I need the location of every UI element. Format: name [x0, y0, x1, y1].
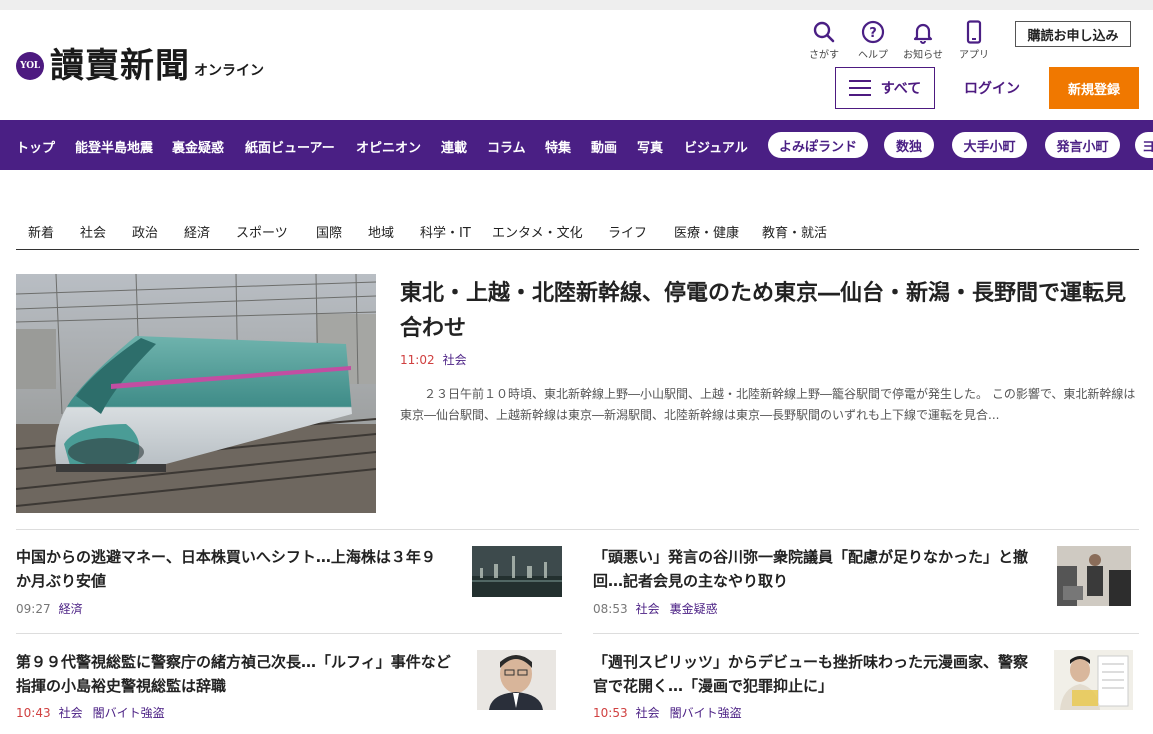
story-tag[interactable]: 経済 — [59, 602, 83, 616]
svg-text:?: ? — [869, 26, 877, 41]
category-science-it[interactable]: 科学・IT — [420, 222, 471, 241]
category-health[interactable]: 医療・健康 — [674, 222, 739, 241]
register-button[interactable]: 新規登録 — [1049, 67, 1139, 109]
list-item[interactable]: 「週刊スピリッツ」からデビューも挫折味わった元漫画家、警察官で花開く…「漫画で犯… — [593, 650, 1139, 720]
category-sports[interactable]: スポーツ — [236, 222, 288, 241]
bell-icon — [900, 20, 946, 44]
story-time: 09:27 — [16, 602, 51, 616]
help-label: ヘルプ — [858, 50, 888, 61]
story-title[interactable]: 中国からの逃避マネー、日本株買いへシフト…上海株は３年９か月ぶり安値 — [16, 545, 448, 593]
main-nav: トップ 能登半島地震 裏金疑惑 紙面ビューアー オピニオン 連載 コラム 特集 … — [0, 120, 1153, 170]
story-meta: 08:53 社会 裏金疑惑 — [593, 600, 728, 617]
story-title[interactable]: 第９９代警視総監に警察庁の緒方禎己次長…「ルフィ」事件など指揮の小島裕史警視総監… — [16, 650, 456, 698]
list-item[interactable]: 中国からの逃避マネー、日本株買いへシフト…上海株は３年９か月ぶり安値 09:27… — [16, 545, 562, 617]
notifications-label: お知らせ — [903, 50, 943, 61]
category-entertainment[interactable]: エンタメ・文化 — [492, 222, 583, 241]
top-story-meta: 11:02 社会 — [400, 351, 477, 368]
category-new[interactable]: 新着 — [28, 222, 54, 241]
nav-item-visual[interactable]: ビジュアル — [684, 137, 748, 156]
story-time: 10:53 — [593, 706, 628, 720]
category-regional[interactable]: 地域 — [368, 222, 394, 241]
search-label: さがす — [809, 50, 839, 61]
app-button[interactable]: アプリ — [951, 20, 997, 61]
story-time: 10:43 — [16, 706, 51, 720]
smartphone-icon — [951, 20, 997, 44]
list-item[interactable]: 第９９代警視総監に警察庁の緒方禎己次長…「ルフィ」事件など指揮の小島裕史警視総監… — [16, 650, 562, 720]
nav-item-opinion[interactable]: オピニオン — [356, 137, 421, 156]
nav-pill-yomipo-land[interactable]: よみぽランド — [768, 132, 868, 158]
category-nav: 新着 社会 政治 経済 スポーツ 国際 地域 科学・IT エンタメ・文化 ライフ… — [16, 214, 1139, 250]
help-button[interactable]: ? ヘルプ — [850, 20, 896, 61]
category-life[interactable]: ライフ — [608, 222, 647, 241]
nav-item-top[interactable]: トップ — [16, 137, 55, 156]
story-tag[interactable]: 闇バイト強盗 — [670, 706, 742, 720]
story-meta: 09:27 経済 — [16, 600, 93, 617]
top-story-image[interactable] — [16, 274, 376, 513]
nav-pill-overflow[interactable]: ヨ — [1135, 132, 1153, 158]
top-story-tag[interactable]: 社会 — [443, 353, 467, 367]
nav-pill-otemachi[interactable]: 大手小町 — [952, 132, 1027, 158]
nav-item-slush-fund[interactable]: 裏金疑惑 — [172, 137, 224, 156]
story-thumbnail[interactable] — [477, 650, 556, 710]
story-meta: 10:53 社会 闇バイト強盗 — [593, 704, 752, 721]
nav-item-video[interactable]: 動画 — [591, 137, 617, 156]
search-button[interactable]: さがす — [801, 20, 847, 61]
top-strip — [0, 0, 1153, 10]
nav-item-features[interactable]: 特集 — [545, 137, 571, 156]
nav-pill-hatsugen-komachi[interactable]: 発言小町 — [1045, 132, 1120, 158]
list-item[interactable]: 「頭悪い」発言の谷川弥一衆院議員「配慮が足りなかった」と撤回…記者会見の主なやり… — [593, 545, 1139, 617]
section-divider — [16, 529, 1139, 530]
story-title[interactable]: 「週刊スピリッツ」からデビューも挫折味わった元漫画家、警察官で花開く…「漫画で犯… — [593, 650, 1033, 698]
category-education[interactable]: 教育・就活 — [762, 222, 827, 241]
story-divider — [16, 633, 562, 634]
story-tag[interactable]: 裏金疑惑 — [670, 602, 718, 616]
site-logo[interactable]: YOL 讀賣新聞 オンライン — [16, 48, 264, 84]
story-thumbnail[interactable] — [472, 546, 562, 597]
top-story-time: 11:02 — [400, 353, 435, 367]
story-tag[interactable]: 闇バイト強盗 — [93, 706, 165, 720]
category-politics[interactable]: 政治 — [132, 222, 158, 241]
help-icon: ? — [850, 20, 896, 44]
search-icon — [801, 20, 847, 44]
nav-item-photo[interactable]: 写真 — [637, 137, 663, 156]
top-story-title[interactable]: 東北・上越・北陸新幹線、停電のため東京―仙台・新潟・長野間で運転見合わせ — [400, 276, 1140, 346]
yol-badge: YOL — [16, 52, 44, 80]
story-thumbnail[interactable] — [1057, 546, 1131, 606]
logo-subtitle: オンライン — [194, 63, 264, 79]
logo-wordmark: 讀賣新聞 — [50, 46, 190, 86]
story-tag[interactable]: 社会 — [59, 706, 83, 720]
nav-item-noto-earthquake[interactable]: 能登半島地震 — [75, 137, 153, 156]
story-time: 08:53 — [593, 602, 628, 616]
nav-pill-sudoku[interactable]: 数独 — [884, 132, 934, 158]
story-divider — [593, 633, 1139, 634]
all-menu-button[interactable]: すべて — [835, 67, 935, 109]
nav-item-paper-viewer[interactable]: 紙面ビューアー — [245, 137, 335, 156]
nav-item-series[interactable]: 連載 — [441, 137, 467, 156]
story-tag[interactable]: 社会 — [636, 602, 660, 616]
site-header: YOL 讀賣新聞 オンライン さがす ? ヘルプ お知らせ アプリ 購読お申し込… — [0, 10, 1153, 120]
all-menu-label: すべて — [880, 81, 922, 97]
app-label: アプリ — [959, 50, 989, 61]
category-society[interactable]: 社会 — [80, 222, 106, 241]
notifications-button[interactable]: お知らせ — [900, 20, 946, 61]
story-meta: 10:43 社会 闇バイト強盗 — [16, 704, 175, 721]
nav-item-column[interactable]: コラム — [487, 137, 526, 156]
story-title[interactable]: 「頭悪い」発言の谷川弥一衆院議員「配慮が足りなかった」と撤回…記者会見の主なやり… — [593, 545, 1041, 593]
top-story-summary: ２３日午前１０時頃、東北新幹線上野―小山駅間、上越・北陸新幹線上野―籠谷駅間で停… — [400, 387, 1136, 422]
hamburger-icon — [848, 75, 871, 101]
category-economy[interactable]: 経済 — [184, 222, 210, 241]
subscribe-button[interactable]: 購読お申し込み — [1015, 21, 1131, 47]
category-international[interactable]: 国際 — [316, 222, 342, 241]
story-tag[interactable]: 社会 — [636, 706, 660, 720]
login-link[interactable]: ログイン — [964, 78, 1020, 98]
story-thumbnail[interactable] — [1054, 650, 1133, 710]
